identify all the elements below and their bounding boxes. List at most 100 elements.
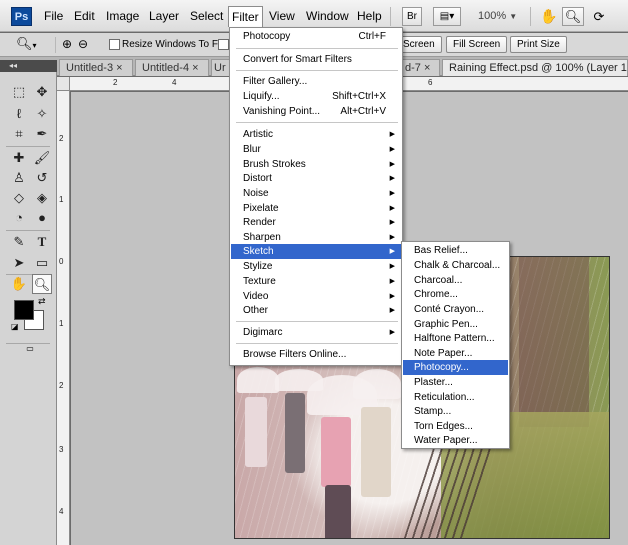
history-brush-icon[interactable]: ↺: [32, 168, 52, 188]
tab-raining-effect[interactable]: Raining Effect.psd @ 100% (Layer 1,: [442, 59, 628, 76]
clone-stamp-icon[interactable]: ♙: [9, 168, 29, 188]
screen-mode-button[interactable]: ▤▾: [433, 7, 461, 26]
menu-item-sharpen[interactable]: Sharpen ▶: [231, 230, 401, 245]
menu-separator: [236, 48, 398, 49]
menu-item-convert-smart-filters[interactable]: Convert for Smart Filters: [231, 52, 401, 67]
menu-item-artistic[interactable]: Artistic ▶: [231, 127, 401, 142]
brush-tool-icon[interactable]: 🖌︎: [32, 148, 52, 168]
hand-tool-icon[interactable]: ✋: [9, 274, 29, 294]
tab-untitled-3[interactable]: Untitled-3 ×: [59, 59, 133, 76]
menu-item-vanishing-point[interactable]: Vanishing Point... Alt+Ctrl+V: [231, 104, 401, 119]
submenu-item-charcoal[interactable]: Charcoal...: [403, 273, 508, 288]
options-separator: [55, 37, 56, 53]
type-tool-icon[interactable]: T: [32, 232, 52, 252]
zoom-in-icon[interactable]: ⊕: [62, 37, 72, 51]
submenu-arrow-icon: ▶: [389, 293, 395, 300]
default-colors-icon[interactable]: ◪: [11, 322, 19, 331]
tab-untitled-4[interactable]: Untitled-4 ×: [135, 59, 209, 76]
lasso-tool-icon[interactable]: ℓ: [9, 104, 29, 124]
tab-untitled-7[interactable]: d-7 ×: [402, 59, 440, 76]
submenu-item-halftone-pattern[interactable]: Halftone Pattern...: [403, 331, 508, 346]
menu-item-video[interactable]: Video ▶: [231, 289, 401, 304]
menu-item-filter-gallery[interactable]: Filter Gallery...: [231, 74, 401, 89]
zoom-tool-preset-icon[interactable]: 🔍︎▾: [16, 36, 37, 52]
menu-edit[interactable]: Edit: [71, 7, 98, 26]
tab-untitled-5[interactable]: Ur: [211, 59, 231, 76]
blur-tool-icon[interactable]: ◔: [9, 208, 29, 228]
photo-figure: [285, 393, 305, 473]
menu-item-stylize[interactable]: Stylize ▶: [231, 259, 401, 274]
ruler-label: 3: [59, 445, 64, 454]
submenu-item-water-paper[interactable]: Water Paper...: [403, 433, 508, 448]
foreground-color-swatch-top[interactable]: [14, 300, 34, 320]
submenu-arrow-icon: ▶: [389, 219, 395, 226]
zoom-level-value: 100%: [478, 10, 507, 22]
rectangle-tool-icon[interactable]: ▭: [32, 253, 52, 273]
menu-item-last-filter[interactable]: Photocopy Ctrl+F: [231, 29, 401, 44]
zoom-level-dropdown[interactable]: 100% ▼: [478, 7, 517, 26]
submenu-item-reticulation[interactable]: Reticulation...: [403, 390, 508, 405]
submenu-item-conte-crayon[interactable]: Conté Crayon...: [403, 302, 508, 317]
crop-tool-icon[interactable]: ⌗: [9, 124, 29, 144]
menu-item-other[interactable]: Other ▶: [231, 303, 401, 318]
submenu-item-bas-relief[interactable]: Bas Relief...: [403, 243, 508, 258]
rotate-view-icon[interactable]: ⟳: [589, 7, 609, 26]
submenu-item-chrome[interactable]: Chrome...: [403, 287, 508, 302]
menu-item-label: Artistic: [243, 129, 273, 140]
submenu-arrow-icon: ▶: [389, 146, 395, 153]
menu-item-liquify[interactable]: Liquify... Shift+Ctrl+X: [231, 89, 401, 104]
print-size-button[interactable]: Print Size: [510, 36, 567, 53]
dodge-tool-icon[interactable]: ●: [32, 208, 52, 228]
menu-separator: [236, 343, 398, 344]
menu-item-label: Blur: [243, 144, 261, 155]
submenu-item-plaster[interactable]: Plaster...: [403, 375, 508, 390]
hand-tool-icon[interactable]: ✋: [539, 7, 559, 26]
menu-window[interactable]: Window: [303, 7, 352, 26]
marquee-tool-icon[interactable]: ⬚: [9, 82, 29, 102]
menu-item-browse-filters-online[interactable]: Browse Filters Online...: [231, 347, 401, 362]
menu-separator: [390, 7, 391, 26]
zoom-all-windows-checkbox[interactable]: [218, 39, 229, 50]
submenu-item-note-paper[interactable]: Note Paper...: [403, 346, 508, 361]
zoom-out-icon[interactable]: ⊖: [78, 37, 88, 51]
menu-item-label: Stylize: [243, 261, 273, 272]
menu-item-texture[interactable]: Texture ▶: [231, 274, 401, 289]
eraser-tool-icon[interactable]: ◇: [9, 188, 29, 208]
submenu-item-torn-edges[interactable]: Torn Edges...: [403, 419, 508, 434]
submenu-item-chalk-charcoal[interactable]: Chalk & Charcoal...: [403, 258, 508, 273]
quick-mask-icon[interactable]: ▭: [20, 344, 40, 354]
menu-item-pixelate[interactable]: Pixelate ▶: [231, 201, 401, 216]
fill-screen-button[interactable]: Fill Screen: [446, 36, 508, 53]
menu-item-blur[interactable]: Blur ▶: [231, 142, 401, 157]
move-tool-icon[interactable]: ✥: [32, 82, 52, 102]
menu-item-noise[interactable]: Noise ▶: [231, 186, 401, 201]
magic-wand-icon[interactable]: ✧: [32, 104, 52, 124]
menu-help[interactable]: Help: [354, 7, 385, 26]
submenu-item-graphic-pen[interactable]: Graphic Pen...: [403, 317, 508, 332]
menu-select[interactable]: Select: [187, 7, 226, 26]
bridge-button[interactable]: Br: [402, 7, 422, 26]
menu-item-digimarc[interactable]: Digimarc ▶: [231, 325, 401, 340]
path-selection-icon[interactable]: ➤: [9, 253, 29, 273]
menu-item-brush-strokes[interactable]: Brush Strokes ▶: [231, 157, 401, 172]
menu-item-distort[interactable]: Distort ▶: [231, 171, 401, 186]
submenu-item-stamp[interactable]: Stamp...: [403, 404, 508, 419]
zoom-tool-icon[interactable]: 🔍︎: [32, 274, 52, 294]
resize-windows-checkbox[interactable]: [109, 39, 120, 50]
tools-panel-header[interactable]: ◂◂: [0, 60, 57, 72]
menu-filter[interactable]: Filter: [228, 6, 263, 27]
menu-view[interactable]: View: [266, 7, 298, 26]
healing-brush-icon[interactable]: ✚: [9, 148, 29, 168]
paint-bucket-icon[interactable]: ◈: [32, 188, 52, 208]
menu-file[interactable]: File: [41, 7, 66, 26]
pen-tool-icon[interactable]: ✎: [9, 232, 29, 252]
menu-image[interactable]: Image: [103, 7, 142, 26]
ruler-origin[interactable]: [57, 77, 70, 91]
swap-colors-icon[interactable]: ⇄: [38, 296, 46, 307]
menu-item-sketch[interactable]: Sketch ▶: [231, 244, 401, 259]
eyedropper-icon[interactable]: ✒: [32, 124, 52, 144]
zoom-tool-icon[interactable]: 🔍︎: [562, 7, 584, 26]
submenu-item-photocopy[interactable]: Photocopy...: [403, 360, 508, 375]
menu-item-render[interactable]: Render ▶: [231, 215, 401, 230]
menu-layer[interactable]: Layer: [146, 7, 182, 26]
